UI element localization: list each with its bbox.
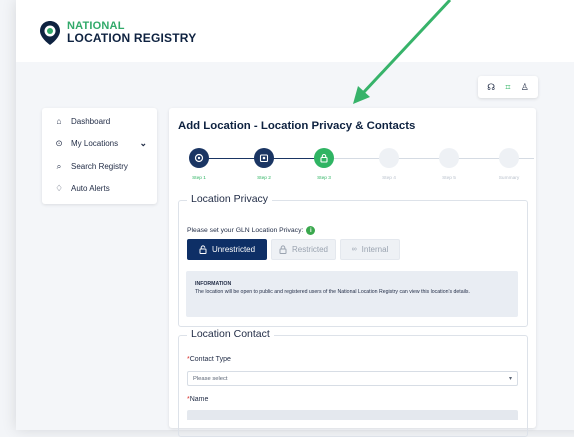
home-icon: ⌂ bbox=[56, 116, 62, 127]
barcode-scan-icon[interactable]: ⌗ bbox=[505, 82, 510, 92]
location-privacy-section: Location Privacy Please set your GLN Loc… bbox=[178, 193, 528, 327]
location-contact-section: Location Contact *Contact Type Please se… bbox=[178, 328, 528, 437]
info-text: The location will be open to public and … bbox=[195, 289, 470, 295]
sidebar-item-search-registry[interactable]: ⌕ Search Registry bbox=[42, 155, 157, 178]
step-summary-label: Summary bbox=[498, 176, 520, 181]
step-3-label: Step 3 bbox=[317, 176, 331, 181]
step-2-circle[interactable] bbox=[254, 148, 274, 168]
bell-icon: ♢ bbox=[55, 183, 63, 194]
name-label: *Name bbox=[187, 396, 208, 403]
info-title: INFORMATION bbox=[195, 281, 232, 287]
top-header: NATIONAL LOCATION REGISTRY bbox=[16, 0, 574, 62]
location-pin-icon: ⊙ bbox=[55, 138, 63, 149]
step-3-circle[interactable] bbox=[314, 148, 334, 168]
privacy-option-internal[interactable]: ∞ Internal bbox=[340, 239, 400, 260]
contact-type-value: Please select bbox=[193, 375, 228, 382]
location-pin-icon bbox=[194, 153, 204, 163]
logo-line-2: LOCATION REGISTRY bbox=[67, 31, 197, 45]
privacy-option-restricted[interactable]: Restricted bbox=[271, 239, 336, 260]
sidebar-item-label: Search Registry bbox=[71, 161, 128, 171]
utility-toolbar: ☊ ⌗ ♙ bbox=[478, 76, 538, 98]
contact-type-label-text: Contact Type bbox=[189, 356, 231, 363]
lock-open-icon bbox=[199, 245, 207, 254]
headset-icon[interactable]: ☊ bbox=[487, 82, 495, 92]
name-label-text: Name bbox=[189, 396, 209, 403]
privacy-option-label: Internal bbox=[361, 245, 389, 254]
sidebar-item-label: Auto Alerts bbox=[71, 184, 110, 194]
step-1-circle[interactable] bbox=[189, 148, 209, 168]
step-4-circle[interactable] bbox=[379, 148, 399, 168]
logo-pin-icon bbox=[40, 21, 60, 45]
sidebar-item-label: My Locations bbox=[71, 139, 119, 149]
contact-type-label: *Contact Type bbox=[187, 356, 231, 363]
step-4-label: Step 4 bbox=[382, 176, 396, 181]
step-5-circle[interactable] bbox=[439, 148, 459, 168]
privacy-prompt: Please set your GLN Location Privacy: i bbox=[187, 226, 316, 235]
section-legend: Location Contact bbox=[187, 328, 274, 340]
progress-stepper: Step 1 Step 2 Step 3 Step 4 Step 5 Summa… bbox=[169, 148, 536, 188]
privacy-option-unrestricted[interactable]: Unrestricted bbox=[187, 239, 267, 260]
page-title: Add Location - Location Privacy & Contac… bbox=[178, 120, 416, 132]
app-logo[interactable]: NATIONAL LOCATION REGISTRY bbox=[67, 20, 196, 44]
sidebar-item-dashboard[interactable]: ⌂ Dashboard bbox=[42, 110, 157, 133]
lock-icon bbox=[279, 245, 287, 254]
step-summary-circle[interactable] bbox=[499, 148, 519, 168]
search-icon: ⌕ bbox=[56, 160, 62, 171]
section-legend: Location Privacy bbox=[187, 193, 273, 205]
sidebar-item-label: Dashboard bbox=[71, 116, 111, 126]
step-2-label: Step 2 bbox=[257, 176, 271, 181]
lock-icon bbox=[320, 154, 328, 163]
chevron-down-icon[interactable]: ⌄ bbox=[139, 138, 147, 149]
step-1-label: Step 1 bbox=[192, 176, 206, 181]
group-icon: ∞ bbox=[351, 246, 357, 253]
sidebar-item-my-locations[interactable]: ⊙ My Locations ⌄ bbox=[42, 133, 157, 156]
chevron-down-icon: ▾ bbox=[508, 376, 512, 382]
user-icon[interactable]: ♙ bbox=[521, 82, 529, 92]
privacy-option-label: Unrestricted bbox=[211, 245, 256, 254]
info-icon[interactable]: i bbox=[306, 226, 316, 235]
name-input[interactable] bbox=[187, 410, 518, 420]
sidebar-nav: ⌂ Dashboard ⊙ My Locations ⌄ ⌕ Search Re… bbox=[42, 108, 157, 204]
privacy-prompt-text: Please set your GLN Location Privacy: bbox=[187, 227, 304, 234]
step-5-label: Step 5 bbox=[442, 176, 456, 181]
privacy-option-label: Restricted bbox=[291, 245, 328, 254]
building-icon bbox=[259, 154, 269, 163]
app-window: NATIONAL LOCATION REGISTRY ☊ ⌗ ♙ ⌂ Dashb… bbox=[16, 0, 574, 437]
privacy-info-box: INFORMATION The location will be open to… bbox=[186, 271, 518, 317]
contact-type-select[interactable]: Please select ▾ bbox=[187, 371, 518, 386]
main-panel: Add Location - Location Privacy & Contac… bbox=[169, 108, 536, 437]
sidebar-item-auto-alerts[interactable]: ♢ Auto Alerts bbox=[42, 178, 157, 201]
